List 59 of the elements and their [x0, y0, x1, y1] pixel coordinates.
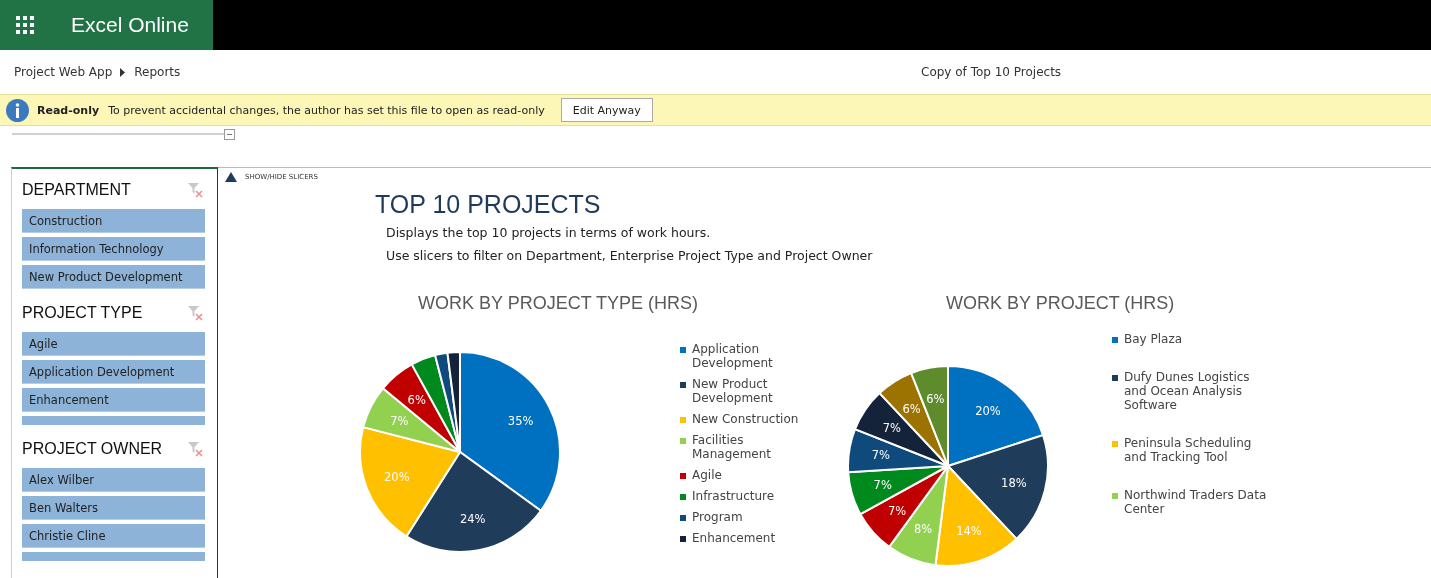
- edit-anyway-button[interactable]: Edit Anyway: [560, 98, 653, 122]
- legend-label: Facilities Management: [692, 433, 773, 461]
- data-label: 14%: [956, 523, 982, 538]
- slicer-item[interactable]: New Product Development: [22, 265, 205, 289]
- data-label: 18%: [1001, 475, 1027, 490]
- data-label: 7%: [887, 504, 907, 518]
- slicer-item[interactable]: Alex Wilber: [22, 468, 205, 492]
- slicer-item[interactable]: Application Development: [22, 360, 205, 384]
- slicer-item[interactable]: Enhancement: [22, 388, 205, 412]
- legend-label: Enhancement: [692, 531, 776, 545]
- legend-label: Application Development: [692, 342, 774, 370]
- separator-icon: [120, 67, 126, 77]
- slicer-item[interactable]: Christie Cline: [22, 524, 205, 548]
- breadcrumb-link[interactable]: Project Web App: [14, 65, 113, 79]
- legend-label: Peninsula Scheduling and Tracking Tool: [1124, 436, 1253, 464]
- legend-label: Dufy Dunes Logistics and Ocean Analysis Software: [1124, 370, 1251, 412]
- data-label: 35%: [507, 414, 534, 429]
- clear-filter-icon[interactable]: [187, 441, 203, 457]
- clear-filter-icon[interactable]: [187, 182, 203, 198]
- report-description: Use slicers to filter on Department, Enterprise Project Type and Project Owner: [386, 248, 874, 263]
- breadcrumb-link[interactable]: Reports: [134, 65, 181, 79]
- slicer-item[interactable]: Information Technology: [22, 237, 205, 261]
- app-launcher-icon[interactable]: [16, 16, 34, 34]
- slicer-title: DEPARTMENT: [22, 181, 131, 199]
- legend-label: Agile: [692, 468, 722, 482]
- info-icon: [6, 98, 29, 122]
- data-label: 24%: [459, 511, 486, 526]
- legend-label: Program: [692, 510, 743, 524]
- data-label: 7%: [882, 420, 901, 435]
- info-message: To prevent accidental changes, the author has set this file to open as read-only: [108, 103, 545, 117]
- slicer-item[interactable]: Agile: [22, 332, 205, 356]
- slicer-item[interactable]: Ben Walters: [22, 496, 205, 520]
- data-label: 8%: [913, 522, 933, 537]
- report-description: Displays the top 10 projects in terms of work hours.: [386, 225, 712, 240]
- data-label: 20%: [975, 404, 1001, 418]
- app-title: Excel Online: [71, 13, 189, 37]
- data-label: 6%: [926, 392, 945, 407]
- legend-label: Northwind Traders Data Center: [1124, 488, 1268, 516]
- legend-label: Bay Plaza: [1124, 332, 1183, 346]
- clear-filter-icon[interactable]: [187, 305, 203, 321]
- data-label: 7%: [871, 448, 890, 463]
- legend-label: New Product Development: [692, 377, 774, 405]
- document-title: Copy of Top 10 Projects: [921, 65, 1062, 79]
- chart-title: WORK BY PROJECT (HRS): [946, 293, 1176, 314]
- data-label: 6%: [407, 392, 426, 407]
- triangle-up-icon[interactable]: [225, 172, 237, 182]
- data-label: 6%: [902, 401, 921, 416]
- slicer-title: PROJECT OWNER: [22, 440, 163, 458]
- data-label: 7%: [873, 478, 892, 492]
- data-label: 7%: [390, 414, 409, 429]
- collapse-handle[interactable]: [224, 128, 235, 140]
- legend-label: Infrastructure: [692, 489, 775, 503]
- read-only-label: Read-only: [37, 103, 100, 117]
- legend-label: New Construction: [692, 412, 799, 426]
- slicer-item[interactable]: Construction: [22, 209, 205, 233]
- report-title: TOP 10 PROJECTS: [375, 190, 602, 219]
- data-label: 20%: [384, 470, 410, 484]
- chart-title: WORK BY PROJECT TYPE (HRS): [418, 293, 700, 314]
- slicer-title: PROJECT TYPE: [22, 304, 143, 322]
